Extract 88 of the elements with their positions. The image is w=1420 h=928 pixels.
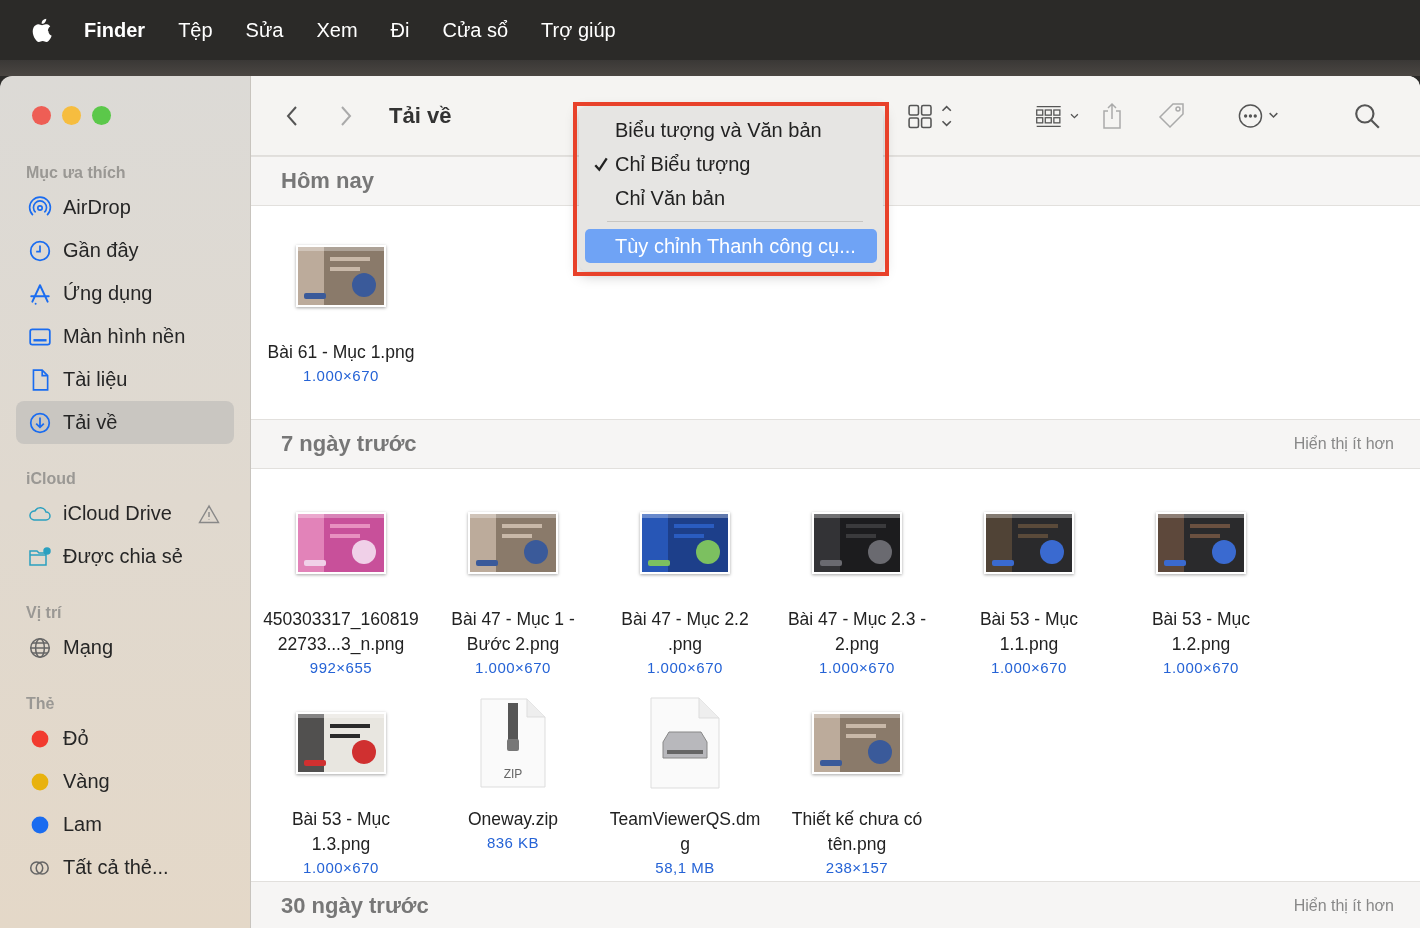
menu-option[interactable]: Chỉ Biểu tượng (585, 147, 877, 181)
file-name: Bài 47 - Mục 2.3 - 2.png (786, 608, 928, 656)
sidebar-label: Màn hình nền (63, 325, 186, 348)
sidebar-section-title: Mục ưa thích (25, 163, 127, 183)
menu-item[interactable]: Tệp (178, 18, 213, 42)
file-info: 992×655 (309, 658, 373, 678)
sidebar-label: Được chia sẻ (63, 545, 183, 568)
file-info: 1.000×670 (1163, 658, 1239, 678)
file-item[interactable]: TeamViewerQS.dmg 58,1 MB (599, 681, 771, 881)
apps-icon (28, 281, 52, 306)
file-name: Bài 47 - Mục 2.2 .png (620, 608, 750, 656)
file-item[interactable]: Bài 47 - Mục 1 - Bước 2.png 1.000×670 (427, 481, 599, 681)
menu-item[interactable]: Xem (316, 18, 358, 42)
sidebar-label: Lam (63, 813, 102, 836)
menu-item[interactable]: Cửa sổ (442, 18, 509, 42)
sidebar-label: iCloud Drive (63, 502, 172, 525)
section-title: 7 ngày trước (281, 431, 417, 457)
download-icon (28, 410, 52, 435)
apple-icon[interactable] (32, 17, 54, 43)
checkmark-icon (593, 156, 609, 172)
sidebar-item[interactable]: Được chia sẻ (16, 535, 234, 578)
file-item[interactable]: Bài 53 - Mục 1.3.png 1.000×670 (255, 681, 427, 881)
menu-item[interactable]: Trợ giúp (541, 18, 616, 42)
file-name: Bài 53 - Mục 1.1.png (978, 608, 1080, 656)
sidebar-section-title: iCloud (25, 469, 77, 489)
file-info: 1.000×670 (647, 658, 723, 678)
sidebar-item[interactable]: Vàng (16, 760, 234, 803)
sidebar-item[interactable]: Mạng (16, 626, 234, 669)
window-title: Tải về (389, 102, 452, 129)
file-item[interactable]: Bài 61 - Mục 1.png 1.000×670 (255, 206, 427, 419)
warning-icon (198, 503, 220, 524)
file-info: 1.000×670 (475, 658, 551, 678)
globe-icon (28, 635, 52, 660)
file-name: TeamViewerQS.dmg (608, 808, 762, 856)
sidebar-item[interactable]: Tài liệu (16, 358, 234, 401)
menu-item[interactable]: Đi (390, 18, 410, 42)
sidebar-label: Tài liệu (63, 368, 128, 391)
sidebar-item[interactable]: iCloud Drive (16, 492, 234, 535)
disk-image-icon (649, 696, 721, 790)
app-menu[interactable]: Finder (84, 18, 146, 42)
sidebar-label: Vàng (63, 770, 110, 793)
file-item[interactable]: Bài 53 - Mục 1.1.png 1.000×670 (943, 481, 1115, 681)
file-info: 58,1 MB (655, 858, 715, 878)
zip-file-icon: ZIP (479, 697, 547, 789)
sidebar-item[interactable]: Tải về (16, 401, 234, 444)
sidebar-item[interactable]: Đỏ (16, 717, 234, 760)
menu-option[interactable]: Biểu tượng và Văn bản (585, 113, 877, 147)
sidebar-label: Gần đây (63, 239, 139, 262)
menu-option[interactable]: Chỉ Văn bản (585, 181, 877, 215)
file-item[interactable]: Thiết kế chưa có tên.png 238×157 (771, 681, 943, 881)
file-info: 836 KB (486, 833, 540, 853)
sidebar-item[interactable]: Lam (16, 803, 234, 846)
sidebar-label: Mạng (63, 636, 114, 659)
file-name: Bài 61 - Mục 1.png (266, 341, 416, 364)
sidebar-item[interactable]: Gần đây (16, 229, 234, 272)
file-info: 238×157 (825, 858, 889, 878)
file-info: 1.000×670 (303, 366, 379, 386)
sidebar-label: Ứng dụng (63, 282, 153, 305)
sidebar-item[interactable]: Màn hình nền (16, 315, 234, 358)
clock-icon (28, 238, 52, 263)
file-info: 1.000×670 (819, 658, 895, 678)
search-icon[interactable] (1353, 101, 1382, 130)
sidebar-item[interactable]: AirDrop (16, 186, 234, 229)
section-title: 30 ngày trước (281, 893, 429, 919)
file-item[interactable]: Bài 47 - Mục 2.2 .png 1.000×670 (599, 481, 771, 681)
file-name: Oneway.zip (466, 808, 560, 831)
file-item[interactable]: Bài 53 - Mục 1.2.png 1.000×670 (1115, 481, 1287, 681)
sidebar-section-title: Vị trí (25, 603, 63, 623)
sidebar-label: AirDrop (63, 196, 131, 219)
sidebar-item[interactable]: Tất cả thẻ... (16, 846, 234, 889)
sidebar-label: Tất cả thẻ... (63, 856, 169, 879)
shared-folder-icon (28, 544, 52, 569)
file-name: Bài 47 - Mục 1 - Bước 2.png (450, 608, 576, 656)
file-name: 450303317_16081922733...3_n.png (262, 608, 420, 657)
section-title: Hôm nay (281, 168, 374, 194)
file-name: Bài 53 - Mục 1.3.png (290, 808, 392, 856)
file-info: 1.000×670 (303, 858, 379, 878)
file-item[interactable]: Bài 47 - Mục 2.3 - 2.png 1.000×670 (771, 481, 943, 681)
menu-item[interactable]: Sửa (245, 18, 284, 42)
file-info: 1.000×670 (991, 658, 1067, 678)
file-name: Bài 53 - Mục 1.2.png (1150, 608, 1252, 656)
sidebar-label: Tải về (63, 411, 118, 434)
sidebar-item[interactable]: Ứng dụng (16, 272, 234, 315)
file-name: Thiết kế chưa có tên.png (790, 808, 924, 856)
sidebar-label: Đỏ (63, 727, 89, 750)
file-item[interactable]: 450303317_16081922733...3_n.png 992×655 (255, 481, 427, 681)
sidebar-section-title: Thẻ (25, 694, 56, 714)
file-item[interactable]: ZIP Oneway.zip 836 KB (427, 681, 599, 881)
